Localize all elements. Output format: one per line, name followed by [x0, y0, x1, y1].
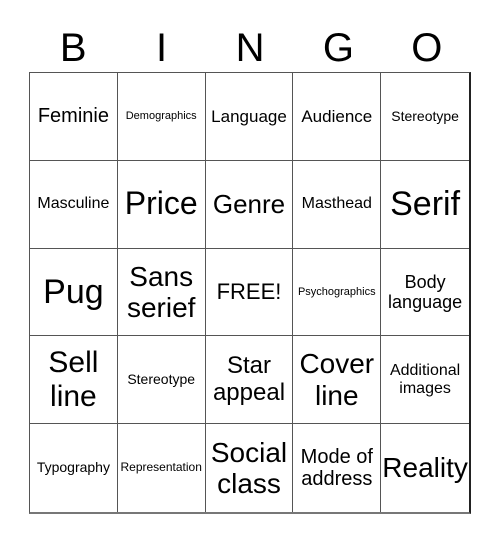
bingo-cell[interactable]: Star appeal	[205, 336, 294, 425]
bingo-cell[interactable]: Pug	[30, 248, 118, 337]
bingo-cell[interactable]: Serif	[381, 161, 469, 249]
header-letter-o: O	[411, 26, 443, 70]
bingo-cell[interactable]: Stereotype	[381, 73, 469, 161]
header-letter-b: B	[59, 26, 87, 70]
bingo-header: B I N G O	[29, 24, 471, 72]
bingo-cell[interactable]: Stereotype	[117, 336, 206, 425]
bingo-cell[interactable]: Reality	[381, 424, 469, 512]
bingo-cell[interactable]: Sell line	[30, 336, 118, 425]
bingo-cell[interactable]: Social class	[206, 424, 294, 512]
bingo-cell[interactable]: Sans serief	[117, 248, 206, 337]
bingo-cell[interactable]: Demographics	[117, 73, 206, 161]
bingo-cell[interactable]: Audience	[293, 73, 382, 161]
bingo-cell[interactable]: Psychographics	[293, 248, 382, 337]
bingo-cell[interactable]: Feminie	[30, 73, 118, 161]
header-letter-i: I	[156, 26, 168, 70]
bingo-card-grid: Feminie Demographics Language Audience S…	[29, 72, 471, 514]
bingo-cell[interactable]: Language	[205, 73, 294, 161]
bingo-cell[interactable]: Mode of address	[293, 424, 382, 512]
bingo-cell-free-space[interactable]: FREE!	[205, 248, 294, 337]
bingo-cell[interactable]: Masculine	[30, 160, 118, 249]
bingo-cell[interactable]: Body language	[381, 249, 469, 337]
bingo-cell[interactable]: Genre	[205, 160, 294, 249]
bingo-cell[interactable]: Cover line	[293, 336, 382, 425]
bingo-cell[interactable]: Representation	[118, 424, 206, 512]
header-letter-g: G	[322, 26, 354, 70]
bingo-cell[interactable]: Price	[117, 160, 206, 249]
bingo-cell[interactable]: Masthead	[293, 160, 382, 249]
header-letter-n: N	[235, 26, 265, 70]
bingo-cell[interactable]: Typography	[30, 424, 118, 512]
bingo-cell[interactable]: Additional images	[381, 336, 469, 425]
